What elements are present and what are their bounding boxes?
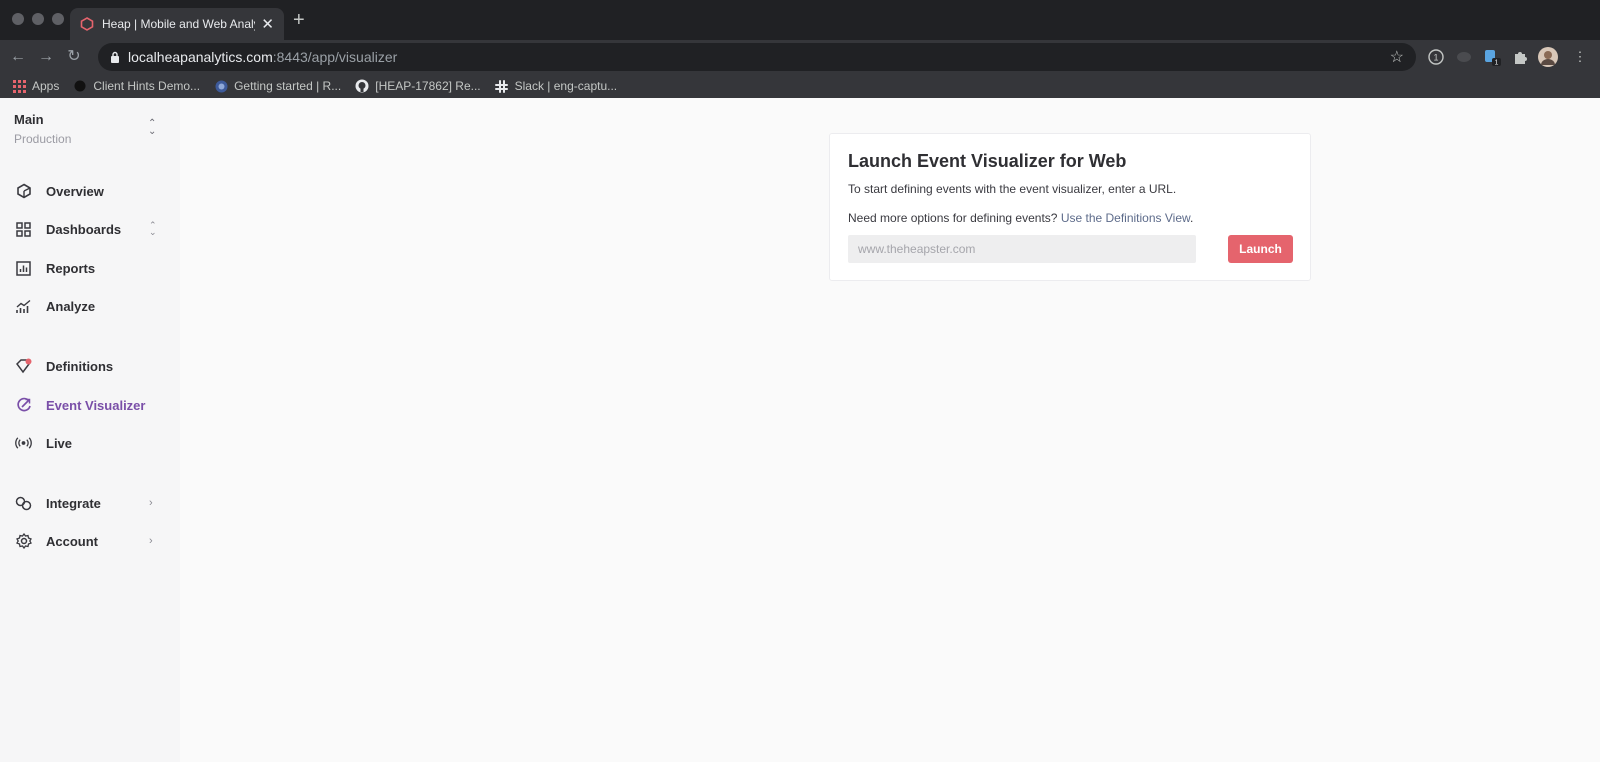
bookmark-apps[interactable]: Apps <box>12 79 59 93</box>
heap-favicon-icon <box>80 17 94 31</box>
card-instructions: To start defining events with the event … <box>848 182 1177 196</box>
url-path: :8443/app/visualizer <box>272 49 398 65</box>
extension-badge-icon[interactable]: 1 <box>1482 47 1502 67</box>
sidebar-item-analyze[interactable]: Analyze <box>0 291 180 321</box>
analyze-icon <box>15 298 32 315</box>
sidebar-item-reports[interactable]: Reports <box>0 253 180 283</box>
svg-text:1: 1 <box>1495 60 1499 67</box>
github-icon <box>355 79 369 93</box>
environment-selector[interactable]: Main Production <box>14 112 71 146</box>
dashboards-expand-icon[interactable]: ⌃ ⌄ <box>149 221 157 237</box>
account-chevron-right-icon[interactable]: › <box>149 535 153 547</box>
sidebar-item-account[interactable]: Account › <box>0 526 180 556</box>
extensions-puzzle-icon[interactable] <box>1510 47 1530 67</box>
live-icon <box>15 435 32 452</box>
sidebar-item-overview[interactable]: Overview <box>0 176 180 206</box>
tab-title: Heap | Mobile and Web Analyti <box>102 17 256 31</box>
new-tab-icon[interactable]: + <box>293 9 305 32</box>
overview-icon <box>15 183 32 200</box>
bookmark-slack[interactable]: Slack | eng-captu... <box>495 79 617 93</box>
circle-icon <box>73 79 87 93</box>
address-bar[interactable]: localheapanalytics.com:8443/app/visualiz… <box>98 43 1416 71</box>
main-content: Launch Event Visualizer for Web To start… <box>180 98 1600 762</box>
environment-name: Main <box>14 112 44 127</box>
profile-avatar[interactable] <box>1538 47 1558 67</box>
apps-grid-icon <box>12 79 26 93</box>
maximize-window-button[interactable] <box>52 13 64 25</box>
tab-strip: Heap | Mobile and Web Analyti ✕ + <box>0 0 1600 40</box>
dashboards-icon <box>15 221 32 238</box>
launch-visualizer-card: Launch Event Visualizer for Web To start… <box>829 133 1311 281</box>
url-input[interactable] <box>848 235 1196 263</box>
sidebar-item-live[interactable]: Live <box>0 428 180 458</box>
sidebar: Main Production ⌃ ⌄ Overview Dashboards ⌃… <box>0 98 180 762</box>
navigation-bar: ← → ↻ localheapanalytics.com:8443/app/vi… <box>0 40 1600 74</box>
slack-icon <box>495 79 509 93</box>
bookmark-getting-started[interactable]: Getting started | R... <box>214 79 341 93</box>
bookmark-star-icon[interactable]: ☆ <box>1390 47 1404 67</box>
sidebar-item-dashboards[interactable]: Dashboards ⌃ ⌄ <box>0 214 180 244</box>
bookmarks-bar: Apps Client Hints Demo... Getting starte… <box>0 74 1600 98</box>
extension-password-icon[interactable]: 1 <box>1426 47 1446 67</box>
definitions-view-link[interactable]: Use the Definitions View <box>1061 211 1190 225</box>
integrate-chevron-right-icon[interactable]: › <box>149 497 153 509</box>
bookmark-heap-17862[interactable]: [HEAP-17862] Re... <box>355 79 481 93</box>
lock-icon <box>110 51 120 63</box>
card-more-options: Need more options for defining events? U… <box>848 211 1194 225</box>
browser-tab[interactable]: Heap | Mobile and Web Analyti ✕ <box>70 8 284 40</box>
browser-menu-icon[interactable]: ⋮ <box>1570 47 1590 67</box>
heap-app: Main Production ⌃ ⌄ Overview Dashboards ⌃… <box>0 98 1600 762</box>
extension-heap-icon[interactable] <box>1454 47 1474 67</box>
globe-icon <box>214 79 228 93</box>
launch-button[interactable]: Launch <box>1228 235 1293 263</box>
environment-subtitle: Production <box>14 132 72 146</box>
close-tab-icon[interactable]: ✕ <box>261 15 274 33</box>
minimize-window-button[interactable] <box>32 13 44 25</box>
integrate-icon <box>15 495 32 512</box>
definitions-icon <box>15 358 32 375</box>
browser-chrome: Heap | Mobile and Web Analyti ✕ + ← → ↻ … <box>0 0 1600 98</box>
svg-text:1: 1 <box>1433 53 1438 63</box>
sidebar-item-event-visualizer[interactable]: Event Visualizer <box>0 390 180 420</box>
event-visualizer-icon <box>15 397 32 414</box>
back-icon[interactable]: ← <box>8 47 28 67</box>
sidebar-item-definitions[interactable]: Definitions <box>0 351 180 381</box>
reload-icon[interactable]: ↻ <box>64 47 84 67</box>
forward-icon[interactable]: → <box>36 47 56 67</box>
reports-icon <box>15 260 32 277</box>
sidebar-item-integrate[interactable]: Integrate › <box>0 488 180 518</box>
bookmark-client-hints[interactable]: Client Hints Demo... <box>73 79 200 93</box>
url-host: localheapanalytics.com <box>128 49 273 65</box>
account-icon <box>15 533 32 550</box>
card-title: Launch Event Visualizer for Web <box>848 151 1127 171</box>
close-window-button[interactable] <box>12 13 24 25</box>
environment-toggle-icon[interactable]: ⌃ ⌄ <box>148 119 156 137</box>
